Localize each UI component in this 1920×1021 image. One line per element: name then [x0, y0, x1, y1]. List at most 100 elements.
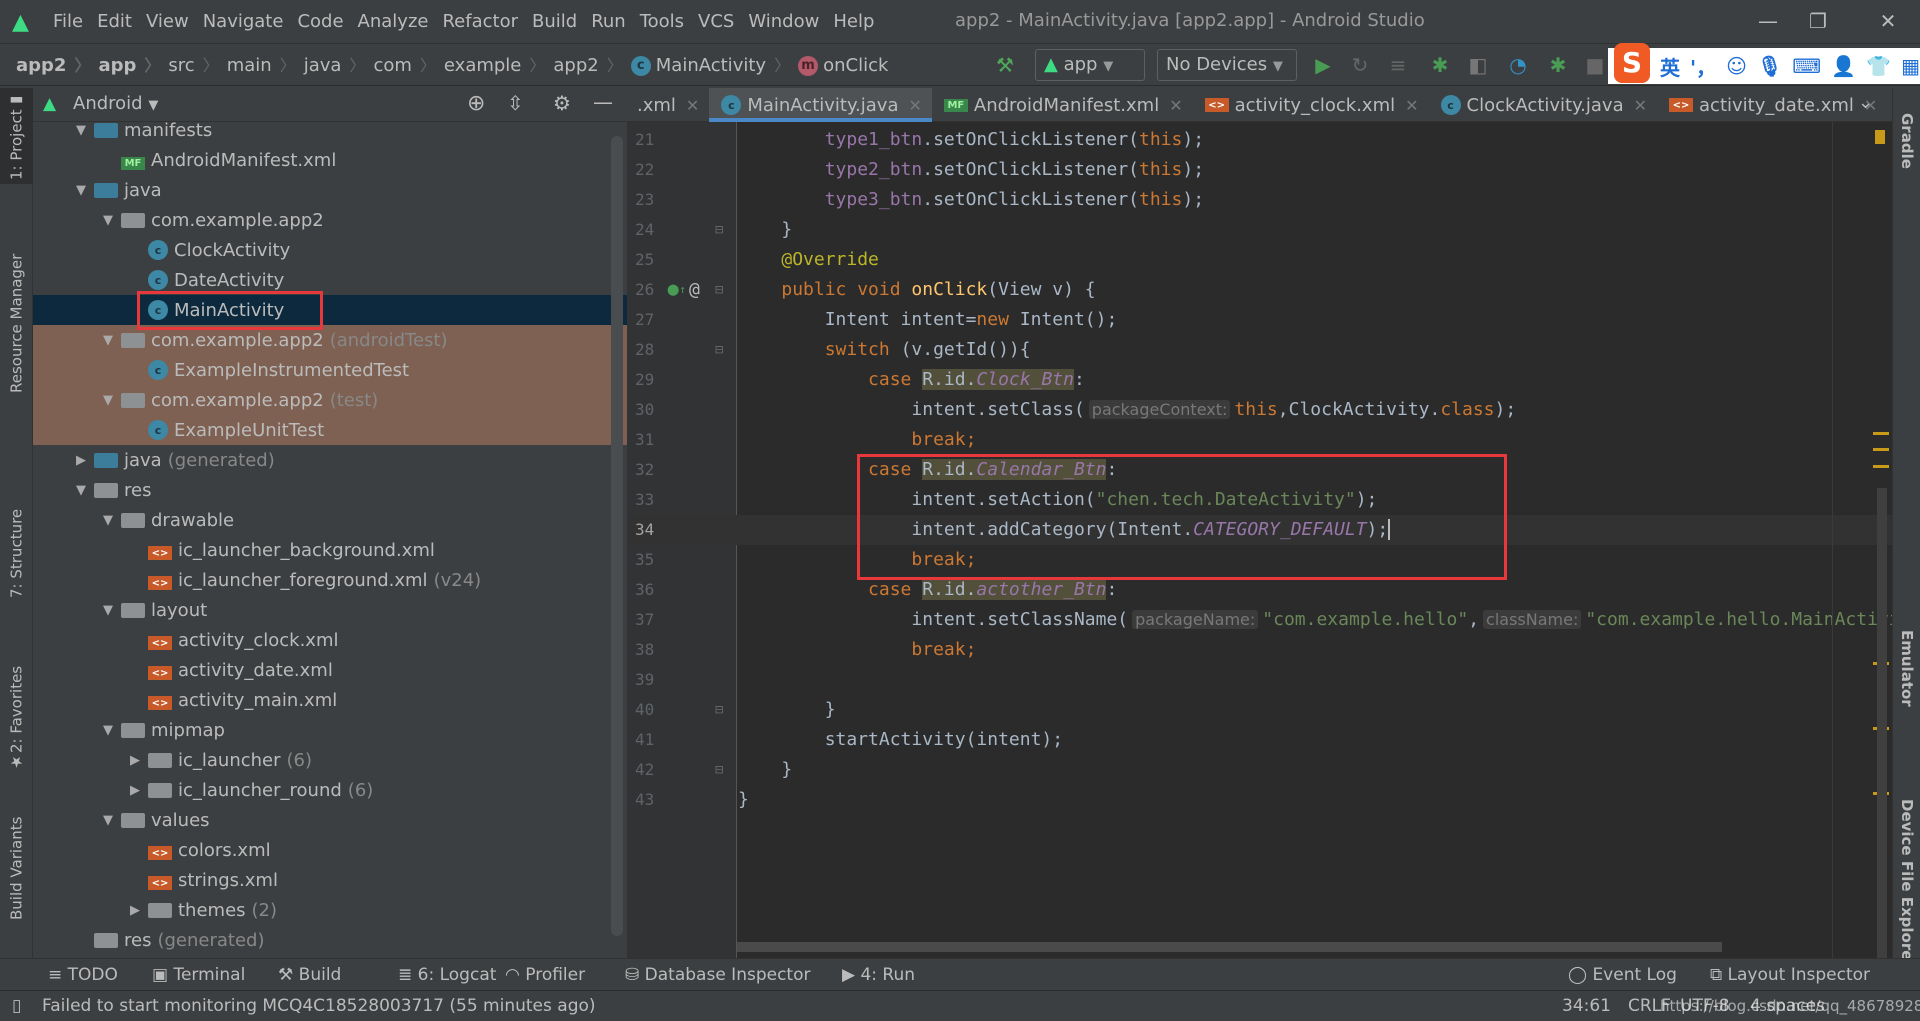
fold-marker-icon[interactable]: ⊟	[715, 275, 723, 305]
expand-arrow-down-icon[interactable]: ▼	[97, 513, 119, 528]
tree-item[interactable]: <> ic_launcher_foreground.xml (v24)	[33, 565, 627, 595]
breadcrumb-item[interactable]: app 〉	[98, 45, 168, 86]
tree-item[interactable]: ▶ ic_launcher_round (6)	[33, 775, 627, 805]
tree-item[interactable]: ▼ com.example.app2 (androidTest)	[33, 325, 627, 355]
expand-arrow-right-icon[interactable]: ▶	[124, 903, 146, 918]
expand-arrow-down-icon[interactable]: ▼	[70, 183, 92, 198]
menu-window[interactable]: Window	[741, 0, 826, 44]
tree-item[interactable]: ▼ drawable	[33, 505, 627, 535]
tool-tab-gradle[interactable]: Gradle	[1893, 96, 1920, 186]
minimize-button[interactable]: —	[1740, 0, 1796, 42]
tree-item[interactable]: ▶ ic_launcher (6)	[33, 745, 627, 775]
expand-arrow-down-icon[interactable]: ▼	[97, 333, 119, 348]
expand-arrow-right-icon[interactable]: ▶	[124, 753, 146, 768]
override-gutter-icon[interactable]: ⬤↑	[667, 275, 686, 305]
breadcrumb-method[interactable]: m onClick	[798, 45, 888, 86]
tree-item[interactable]: <> ic_launcher_background.xml	[33, 535, 627, 565]
keyboard-icon[interactable]: ⌨	[1792, 54, 1821, 78]
expand-arrow-down-icon[interactable]: ▼	[97, 723, 119, 738]
breadcrumb-item[interactable]: main 〉	[227, 45, 304, 86]
tabs-overflow-chevron-icon[interactable]: ⌄	[1858, 92, 1873, 113]
tree-item[interactable]: ▶ themes (2)	[33, 895, 627, 925]
menu-help[interactable]: Help	[826, 0, 881, 44]
hide-panel-icon[interactable]: —	[593, 90, 613, 114]
tree-item[interactable]: c ExampleInstrumentedTest	[33, 355, 627, 385]
stop-icon[interactable]: ■	[1580, 50, 1610, 80]
fold-marker-icon[interactable]: ⊟	[715, 335, 723, 365]
run-icon[interactable]: ▶	[1308, 50, 1338, 80]
menu-navigate[interactable]: Navigate	[196, 0, 291, 44]
skin-icon[interactable]: 👕	[1866, 54, 1891, 78]
expand-arrow-right-icon[interactable]: ▶	[70, 453, 92, 468]
tool-tab-build-variants[interactable]: Build Variants	[0, 798, 33, 938]
locate-file-icon[interactable]: ⊕	[467, 91, 485, 116]
profile-icon[interactable]: ◔	[1503, 50, 1533, 80]
editor-tab[interactable]: c ClockActivity.java ✕	[1429, 88, 1658, 122]
tree-item[interactable]: ▼ layout	[33, 595, 627, 625]
error-stripe-mark[interactable]	[1873, 465, 1889, 468]
tool-tab-structure[interactable]: 7: Structure	[0, 488, 33, 618]
tree-item[interactable]: ▼ com.example.app2	[33, 205, 627, 235]
editor-tab[interactable]: .xml ✕	[627, 88, 709, 122]
close-tab-icon[interactable]: ✕	[1634, 96, 1647, 115]
tool-window-event-log[interactable]: ◯ Event Log	[1568, 959, 1677, 991]
tool-tab-resource-manager[interactable]: Resource Manager	[0, 238, 33, 408]
restore-button[interactable]: ❐	[1790, 0, 1846, 42]
attach-debugger-icon[interactable]: ◧	[1463, 50, 1493, 80]
project-tree-scrollbar[interactable]	[611, 136, 623, 936]
close-tab-icon[interactable]: ✕	[686, 96, 699, 115]
tool-window-run[interactable]: ▶ 4: Run	[842, 959, 915, 991]
expand-arrow-down-icon[interactable]: ▼	[97, 393, 119, 408]
breadcrumb-item[interactable]: com 〉	[373, 45, 443, 86]
expand-arrow-down-icon[interactable]: ▼	[70, 483, 92, 498]
menu-vcs[interactable]: VCS	[691, 0, 741, 44]
fold-marker-icon[interactable]: ⊟	[715, 215, 723, 245]
tree-item[interactable]: c DateActivity	[33, 265, 627, 295]
attach-profiler-icon[interactable]: ✱	[1543, 50, 1573, 80]
editor-tab[interactable]: <> activity_clock.xml ✕	[1193, 88, 1429, 122]
expand-arrow-down-icon[interactable]: ▼	[97, 603, 119, 618]
breadcrumb-item[interactable]: app2 〉	[16, 45, 98, 86]
tool-window-terminal[interactable]: ▣ Terminal	[152, 959, 245, 991]
collapse-all-icon[interactable]: ⇳	[507, 91, 524, 115]
tree-item[interactable]: ▼ manifests	[33, 122, 627, 145]
error-stripe-mark[interactable]	[1873, 448, 1889, 451]
tool-tab-emulator[interactable]: Emulator	[1893, 608, 1920, 728]
error-stripe-mark[interactable]	[1873, 432, 1889, 435]
close-tab-icon[interactable]: ✕	[1169, 96, 1182, 115]
device-select[interactable]: No Devices ▼	[1157, 49, 1297, 81]
menu-file[interactable]: File	[46, 0, 90, 44]
tool-window-build[interactable]: ⚒ Build	[278, 959, 341, 991]
apply-changes-icon[interactable]: ↻	[1345, 50, 1375, 80]
expand-arrow-down-icon[interactable]: ▼	[70, 123, 92, 138]
tree-item[interactable]: ▼ com.example.app2 (test)	[33, 385, 627, 415]
editor-tab[interactable]: c MainActivity.java ✕	[709, 88, 932, 122]
menu-view[interactable]: View	[139, 0, 196, 44]
tree-item[interactable]: <> strings.xml	[33, 865, 627, 895]
menu-build[interactable]: Build	[525, 0, 584, 44]
menu-tools[interactable]: Tools	[633, 0, 691, 44]
tool-window-profiler[interactable]: ◠ Profiler	[505, 959, 585, 991]
expand-arrow-down-icon[interactable]: ▼	[97, 813, 119, 828]
status-message[interactable]: Failed to start monitoring MCQ4C18528003…	[42, 991, 596, 1021]
tool-tab-project[interactable]: 1: Project ▬	[0, 88, 33, 184]
tree-item[interactable]: res (generated)	[33, 925, 627, 955]
code-editor[interactable]: 21 type1_btn.setOnClickListener(this); 22…	[627, 122, 1892, 958]
build-hammer-icon[interactable]: ⚒	[990, 50, 1020, 80]
expand-arrow-down-icon[interactable]: ▼	[97, 213, 119, 228]
close-tab-icon[interactable]: ✕	[1405, 96, 1418, 115]
menu-refactor[interactable]: Refactor	[435, 0, 525, 44]
debug-icon[interactable]: ✱	[1425, 50, 1455, 80]
tree-item[interactable]: ▼ mipmap	[33, 715, 627, 745]
annotation-gutter-icon[interactable]: @	[689, 275, 700, 305]
tree-item[interactable]: c ExampleUnitTest	[33, 415, 627, 445]
tree-item[interactable]: <> colors.xml	[33, 835, 627, 865]
fold-marker-icon[interactable]: ⊟	[715, 755, 723, 785]
tool-window-layout-inspector[interactable]: ⧉ Layout Inspector	[1710, 959, 1870, 991]
tree-item[interactable]: <> activity_main.xml	[33, 685, 627, 715]
breadcrumb-item[interactable]: example 〉	[444, 45, 554, 86]
emoji-icon[interactable]: ☺	[1726, 54, 1747, 78]
tool-window-todo[interactable]: ≡ TODO	[48, 959, 118, 991]
gear-icon[interactable]: ⚙	[553, 91, 571, 115]
project-view-select[interactable]: Android ▼	[73, 93, 158, 114]
